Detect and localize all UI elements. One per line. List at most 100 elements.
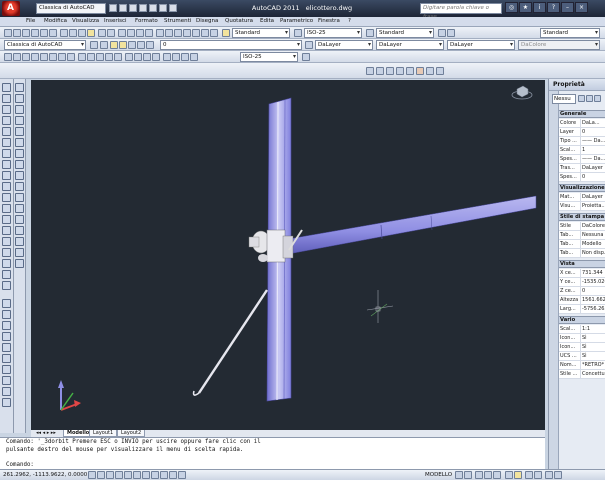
array-icon[interactable] bbox=[2, 343, 11, 352]
properties-icon[interactable] bbox=[156, 29, 164, 37]
fillet-icon[interactable] bbox=[15, 237, 24, 246]
menu-parametrico[interactable]: Parametrico bbox=[280, 17, 313, 26]
property-section-header[interactable]: Vista bbox=[559, 260, 605, 268]
property-value[interactable]: *RETRO* bbox=[580, 361, 605, 369]
point-icon[interactable] bbox=[2, 226, 11, 235]
rotate-icon[interactable] bbox=[2, 365, 11, 374]
property-row[interactable]: X ce... 731.344 bbox=[559, 269, 605, 278]
explode-icon[interactable] bbox=[15, 259, 24, 268]
tab-layout2[interactable]: Layout2 bbox=[117, 430, 146, 437]
property-row[interactable]: Scal... 1 bbox=[559, 146, 605, 155]
move-icon[interactable] bbox=[15, 149, 24, 158]
visual-style-icon[interactable] bbox=[436, 67, 444, 75]
viewcube-icon[interactable] bbox=[511, 84, 533, 100]
menu-edita[interactable]: Edita bbox=[260, 17, 274, 26]
property-row[interactable]: Y ce... -1535.020 bbox=[559, 278, 605, 287]
property-value[interactable]: DaLayer bbox=[580, 164, 605, 172]
ordinate-dim-icon[interactable] bbox=[31, 53, 39, 61]
property-value[interactable]: —— Da... bbox=[580, 155, 605, 163]
toggle-pickadd-icon[interactable] bbox=[578, 95, 585, 102]
property-row[interactable]: Stile DaColore bbox=[559, 222, 605, 231]
revision-cloud-icon[interactable] bbox=[2, 160, 11, 169]
dim-style-icon[interactable] bbox=[302, 53, 310, 61]
table-style-select[interactable]: Standard bbox=[376, 28, 434, 38]
copy-object-icon[interactable] bbox=[2, 310, 11, 319]
menu-file[interactable]: File bbox=[26, 17, 35, 26]
menu-disegna[interactable]: Disegna bbox=[196, 17, 218, 26]
text-style-select[interactable]: Standard bbox=[232, 28, 290, 38]
table-icon[interactable] bbox=[2, 270, 11, 279]
radius-dim-icon[interactable] bbox=[40, 53, 48, 61]
menu-strumenti[interactable]: Strumenti bbox=[164, 17, 191, 26]
gradient-icon[interactable] bbox=[2, 248, 11, 257]
ellipse-icon[interactable] bbox=[2, 182, 11, 191]
annotation-scale-icon[interactable] bbox=[475, 471, 483, 479]
inspection-icon[interactable] bbox=[143, 53, 151, 61]
dim-style-select[interactable]: ISO-25 bbox=[304, 28, 362, 38]
dim-update-icon[interactable] bbox=[181, 53, 189, 61]
undo-icon[interactable] bbox=[139, 4, 147, 12]
otrack-toggle-icon[interactable] bbox=[142, 471, 150, 479]
copy-icon[interactable] bbox=[69, 29, 77, 37]
stretch-icon[interactable] bbox=[2, 387, 11, 396]
status-menu-icon[interactable] bbox=[545, 471, 553, 479]
join-icon[interactable] bbox=[15, 105, 24, 114]
property-row[interactable]: Tab... Modello bbox=[559, 240, 605, 249]
diameter-dim-icon[interactable] bbox=[58, 53, 66, 61]
region-icon[interactable] bbox=[2, 259, 11, 268]
explode-icon[interactable] bbox=[15, 138, 24, 147]
sheet-set-icon[interactable] bbox=[183, 29, 191, 37]
property-section-header[interactable]: Stile di stampa bbox=[559, 213, 605, 221]
property-value[interactable]: -1535.020 bbox=[580, 278, 605, 286]
make-current-icon[interactable] bbox=[305, 41, 313, 49]
quick-view-drawings-icon[interactable] bbox=[464, 471, 472, 479]
arc-icon[interactable] bbox=[2, 138, 11, 147]
menu-formato[interactable]: Formato bbox=[135, 17, 158, 26]
property-row[interactable]: UCS ... Sì bbox=[559, 352, 605, 361]
realistic-icon[interactable] bbox=[396, 67, 404, 75]
property-row[interactable]: Tipo ... —— Da... bbox=[559, 137, 605, 146]
plotstyle-select[interactable]: DaColore bbox=[518, 40, 600, 50]
property-row[interactable]: Colore DaLa... bbox=[559, 119, 605, 128]
layer-manager-icon[interactable] bbox=[100, 41, 108, 49]
publish-icon[interactable] bbox=[49, 29, 57, 37]
app-menu-button[interactable] bbox=[2, 1, 20, 16]
command-line[interactable]: Comando: '_3dorbit Premere ESC o INVIO p… bbox=[0, 437, 545, 469]
dim-break-icon[interactable] bbox=[114, 53, 122, 61]
match-properties-icon[interactable] bbox=[87, 29, 95, 37]
property-section-header[interactable]: Visualizzazione... bbox=[559, 184, 605, 192]
open-icon[interactable] bbox=[13, 29, 21, 37]
mleader-style-select[interactable]: Standard bbox=[540, 28, 600, 38]
undo-icon[interactable] bbox=[98, 29, 106, 37]
new-icon[interactable] bbox=[109, 4, 117, 12]
polar-toggle-icon[interactable] bbox=[115, 471, 123, 479]
lwt-toggle-icon[interactable] bbox=[169, 471, 177, 479]
ortho-toggle-icon[interactable] bbox=[106, 471, 114, 479]
workspace-settings-icon[interactable] bbox=[90, 41, 98, 49]
hardware-accel-icon[interactable] bbox=[525, 471, 533, 479]
close-button[interactable]: × bbox=[575, 2, 588, 13]
drawing-viewport[interactable] bbox=[31, 80, 545, 430]
property-value[interactable]: 0 bbox=[580, 287, 605, 295]
stretch-icon[interactable] bbox=[15, 182, 24, 191]
star-icon[interactable]: ★ bbox=[519, 2, 532, 13]
break-at-point-icon[interactable] bbox=[15, 215, 24, 224]
osnap-toggle-icon[interactable] bbox=[124, 471, 132, 479]
property-value[interactable]: Sì bbox=[580, 334, 605, 342]
dyn-toggle-icon[interactable] bbox=[160, 471, 168, 479]
mirror-icon[interactable] bbox=[2, 321, 11, 330]
new-icon[interactable] bbox=[4, 29, 12, 37]
property-row[interactable]: Spes... 0 bbox=[559, 173, 605, 182]
snap-toggle-icon[interactable] bbox=[88, 471, 96, 479]
property-row[interactable]: Tab... Nessuna bbox=[559, 231, 605, 240]
quick-view-layouts-icon[interactable] bbox=[455, 471, 463, 479]
plot-icon[interactable] bbox=[159, 4, 167, 12]
offset-icon[interactable] bbox=[2, 332, 11, 341]
help-icon[interactable] bbox=[210, 29, 218, 37]
scale-icon[interactable] bbox=[2, 376, 11, 385]
blend-icon[interactable] bbox=[15, 248, 24, 257]
property-row[interactable]: Z ce... 0 bbox=[559, 287, 605, 296]
save-icon[interactable] bbox=[129, 4, 137, 12]
tab-layout1[interactable]: Layout1 bbox=[89, 430, 118, 437]
rotate-icon[interactable] bbox=[15, 160, 24, 169]
